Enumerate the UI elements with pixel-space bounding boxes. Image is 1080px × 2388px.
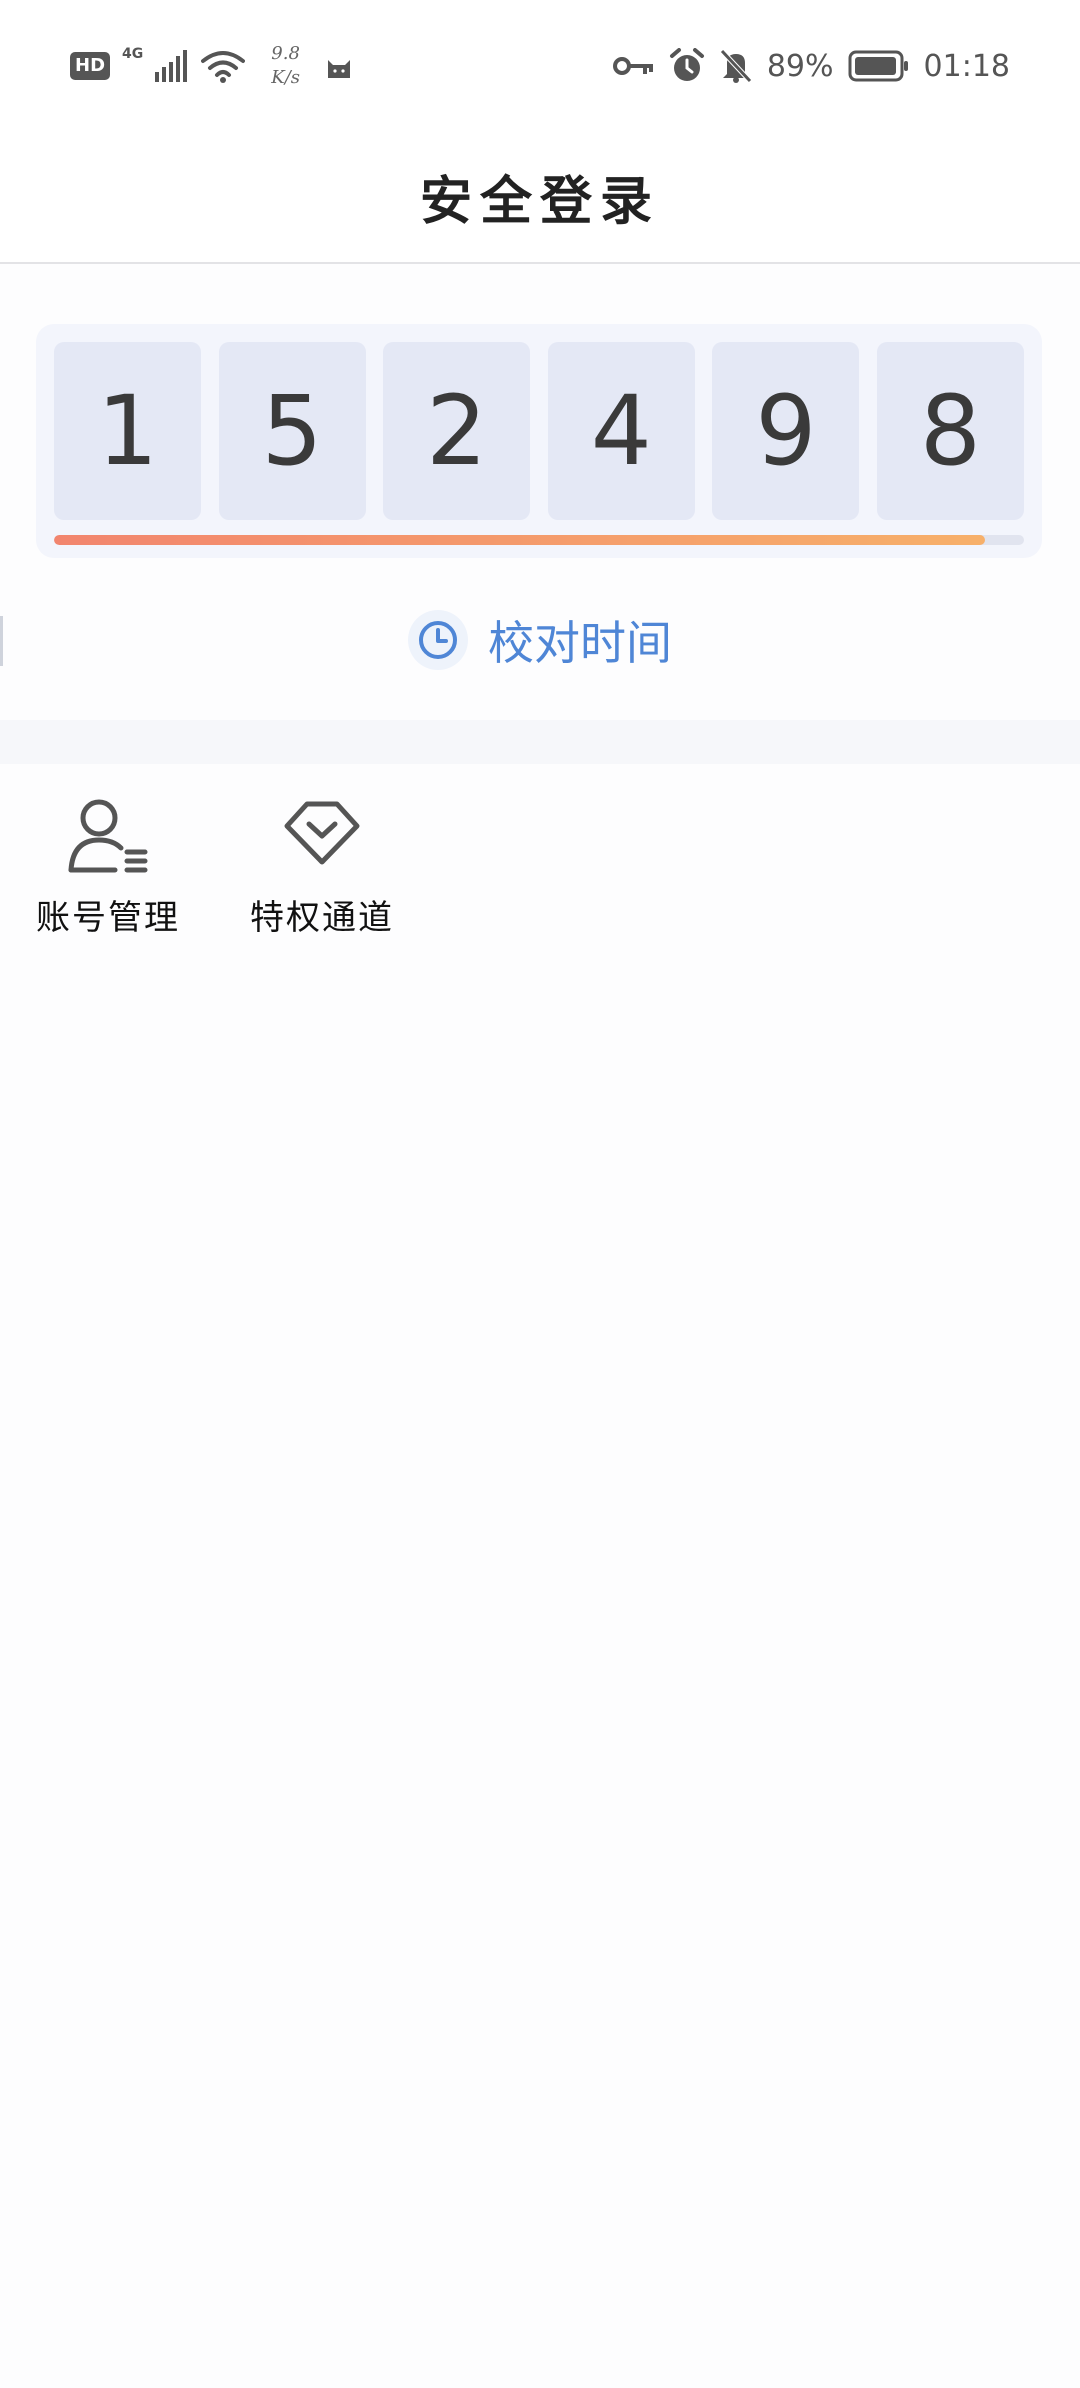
code-digit: 1 <box>54 342 201 520</box>
status-bar: HD 4G 9.8 K/s 89% 01:18 <box>0 0 1080 130</box>
wifi-icon <box>201 51 246 83</box>
speed-unit: K/s <box>271 67 300 88</box>
alarm-icon <box>669 48 704 81</box>
code-expiry-progress <box>54 535 1024 545</box>
cat-icon <box>328 60 350 78</box>
page-title: 安全登录 <box>419 170 660 232</box>
signal-icon <box>155 50 188 82</box>
hd-badge: HD <box>70 52 111 80</box>
battery-percent: 89% <box>766 48 834 84</box>
code-expiry-progress-fill <box>54 535 986 545</box>
calibrate-time-button[interactable]: 校对时间 <box>0 590 1080 690</box>
code-digit: 5 <box>218 342 366 520</box>
clock-icon <box>408 610 468 670</box>
section-divider <box>0 720 1080 764</box>
bell-off-icon <box>720 49 752 83</box>
code-digit: 2 <box>383 342 531 520</box>
code-digit: 8 <box>876 342 1024 520</box>
code-digits: 1 5 2 4 9 8 <box>54 342 1024 520</box>
code-digit: 4 <box>547 342 695 520</box>
menu-item-privilege-channel[interactable]: 特权通道 <box>222 790 422 950</box>
user-list-icon <box>68 799 148 873</box>
diamond-icon <box>284 801 360 865</box>
menu-item-account-management[interactable]: 账号管理 <box>8 790 208 950</box>
network-speed: 9.8 K/s <box>271 42 300 90</box>
status-left: HD 4G 9.8 K/s <box>70 42 354 90</box>
calibrate-time-label: 校对时间 <box>488 616 672 670</box>
battery-icon <box>848 50 908 82</box>
function-menu: 账号管理 特权通道 <box>0 780 1080 960</box>
code-digit: 9 <box>712 342 860 520</box>
network-type: 4G <box>122 46 144 62</box>
key-icon <box>612 57 653 75</box>
status-clock: 01:18 <box>923 48 1010 84</box>
app-header: 安全登录 <box>0 130 1080 264</box>
menu-item-label: 账号管理 <box>36 898 180 938</box>
status-right: 89% 01:18 <box>612 44 1010 88</box>
speed-value: 9.8 <box>271 43 300 64</box>
menu-item-label: 特权通道 <box>250 898 394 938</box>
code-card: 1 5 2 4 9 8 <box>36 324 1042 558</box>
